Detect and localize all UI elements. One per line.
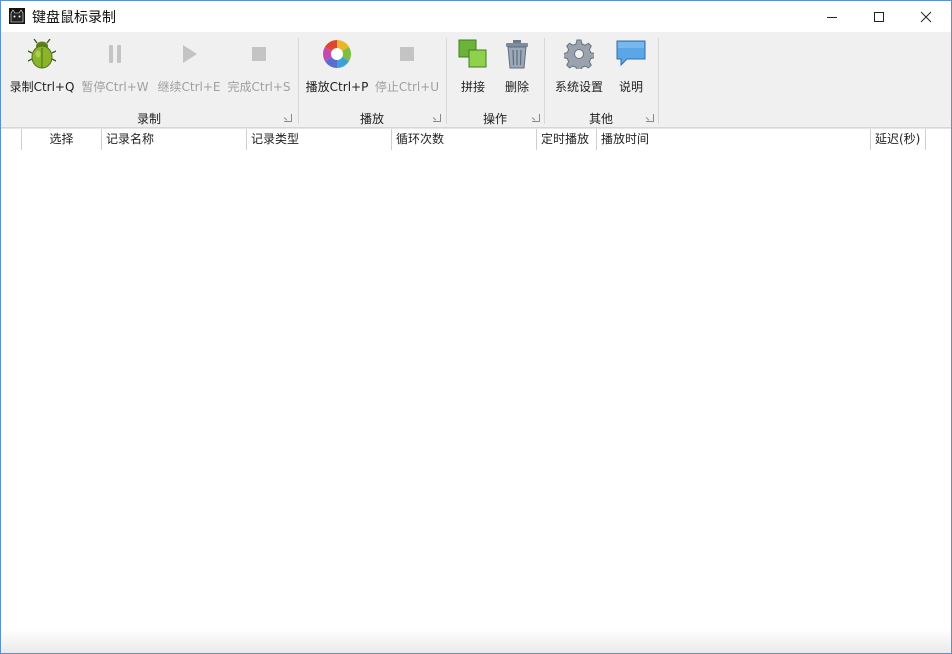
column-header-record-type[interactable]: 记录类型 [247,129,392,150]
stop-icon [400,47,414,61]
maximize-button[interactable] [856,1,902,32]
minimize-icon [827,16,837,18]
color-wheel-icon [323,40,351,68]
ribbon-group-play: 播放Ctrl+P 停止Ctrl+U 播放 [299,32,445,127]
title-bar[interactable]: 键盘鼠标录制 [1,1,951,32]
record-button-label: 录制Ctrl+Q [9,80,75,94]
table-body[interactable] [1,150,951,653]
ribbon-toolbar: 录制Ctrl+Q 暂停Ctrl+W 继续Ctrl+E 完成Ctrl+S 录制 播… [1,32,951,128]
group-label-operate: 操作 [482,112,507,126]
record-group-launcher[interactable] [284,114,292,122]
group-label-other: 其他 [588,112,613,126]
ribbon-group-operate: 拼接 删除 操作 [447,32,543,127]
pause-button-label: 暂停Ctrl+W [81,80,149,94]
table-header: 选择 记录名称 记录类型 循环次数 定时播放 播放时间 延迟(秒) [1,128,951,151]
black-cat-icon [9,8,25,24]
pause-icon [109,45,121,63]
play-button-label: 播放Ctrl+P [305,80,369,94]
resume-button-label: 继续Ctrl+E [157,80,221,94]
column-header-record-name[interactable]: 记录名称 [102,129,247,150]
stop-button[interactable]: 停止Ctrl+U [374,36,440,102]
record-button[interactable]: 录制Ctrl+Q [10,36,74,102]
other-group-launcher[interactable] [646,114,654,122]
merge-button-label: 拼接 [460,80,485,94]
app-window: 键盘鼠标录制 录制Ctrl+Q 暂停Ctrl+W 继续Ctrl+E 完成Ctrl… [0,0,952,654]
minimize-button[interactable] [809,1,855,32]
close-icon [920,11,932,22]
play-icon [183,45,197,63]
help-button-label: 说明 [618,80,643,94]
ribbon-group-record: 录制Ctrl+Q 暂停Ctrl+W 继续Ctrl+E 完成Ctrl+S 录制 [1,32,297,127]
ribbon-group-other: 系统设置 说明 其他 [545,32,657,127]
stop-button-label: 停止Ctrl+U [374,80,440,94]
group-label-record: 录制 [136,112,161,126]
gear-icon [564,39,594,69]
bottom-shadow [1,629,951,653]
group-label-play: 播放 [359,112,384,126]
settings-button[interactable]: 系统设置 [553,36,605,102]
speech-bubble-icon [616,40,646,67]
trash-icon [506,40,528,69]
close-button[interactable] [903,1,949,32]
resume-button[interactable]: 继续Ctrl+E [156,36,222,102]
column-header-play-time[interactable]: 播放时间 [597,129,871,150]
maximize-icon [874,11,884,22]
stop-icon [252,47,266,61]
help-button[interactable]: 说明 [611,36,651,102]
delete-button[interactable]: 删除 [497,36,537,102]
row-selector-header[interactable] [1,129,22,150]
group-divider [658,38,659,124]
pause-button[interactable]: 暂停Ctrl+W [81,36,149,102]
column-header-delay[interactable]: 延迟(秒) [871,129,926,150]
green-bug-icon [28,39,56,69]
window-title: 键盘鼠标录制 [32,10,116,26]
column-header-select[interactable]: 选择 [22,129,102,150]
play-button[interactable]: 播放Ctrl+P [304,36,370,102]
column-header-scheduled-play[interactable]: 定时播放 [537,129,597,150]
column-header-loop-count[interactable]: 循环次数 [392,129,537,150]
merge-squares-icon [458,39,487,68]
finish-button[interactable]: 完成Ctrl+S [226,36,292,102]
settings-button-label: 系统设置 [554,80,603,94]
finish-button-label: 完成Ctrl+S [227,80,291,94]
merge-button[interactable]: 拼接 [453,36,493,102]
play-group-launcher[interactable] [433,114,441,122]
delete-button-label: 删除 [504,80,529,94]
operate-group-launcher[interactable] [532,114,540,122]
